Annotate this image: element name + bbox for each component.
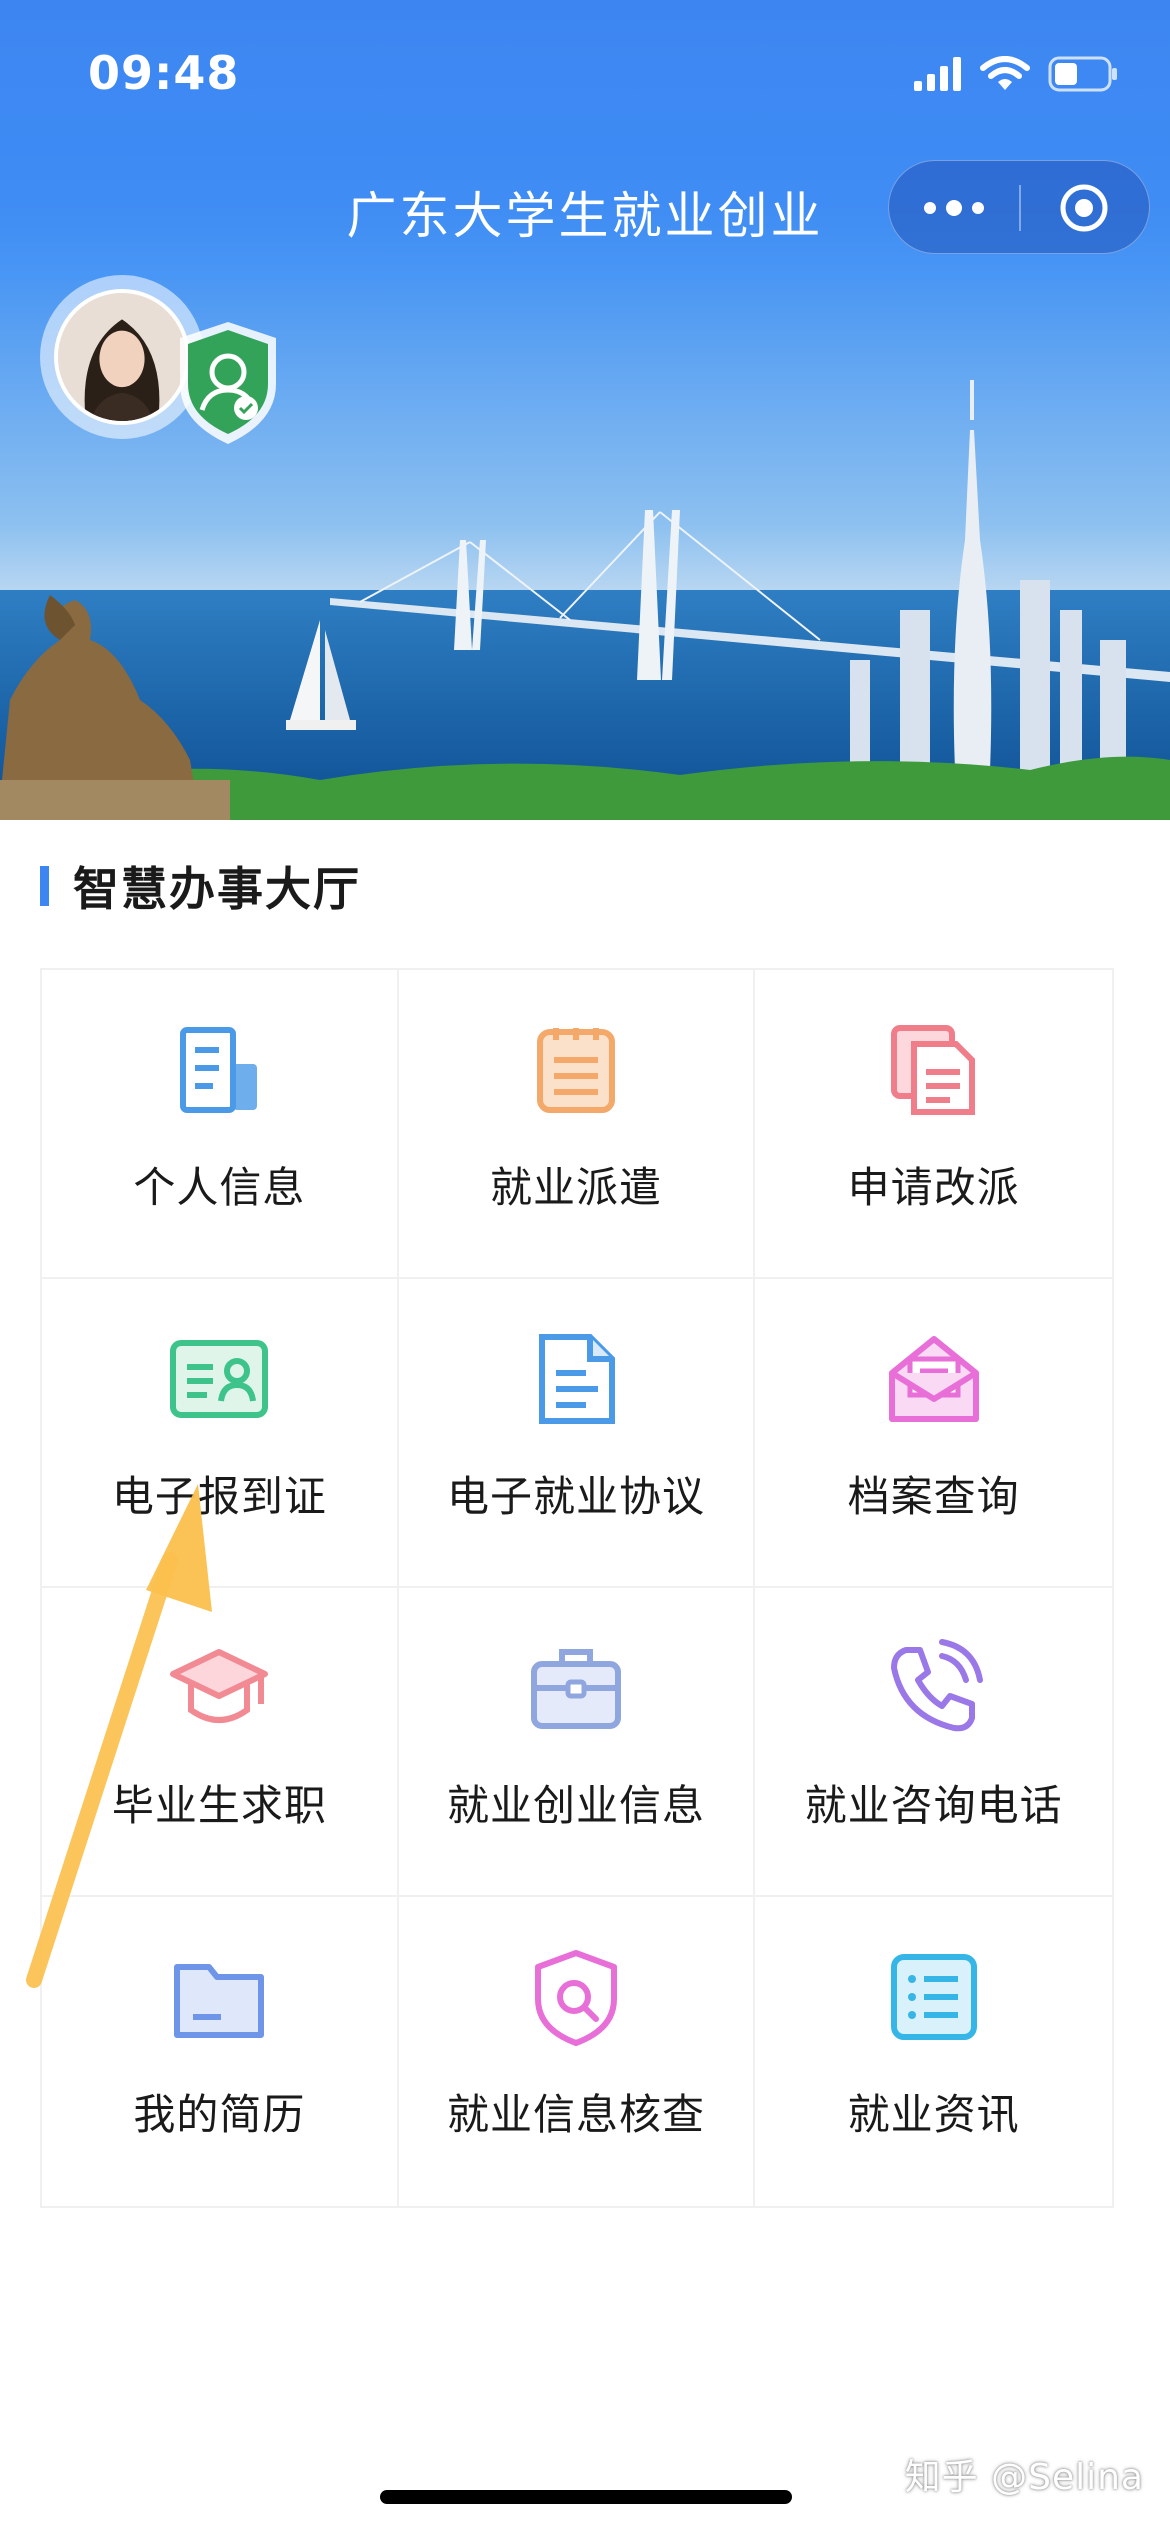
- service-label: 档案查询: [847, 1472, 1020, 1521]
- notepad-icon: [536, 1028, 615, 1113]
- service-label: 申请改派: [847, 1163, 1020, 1212]
- capsule-divider: [1019, 185, 1021, 231]
- status-icons: [914, 52, 1118, 96]
- section-accent-bar: [40, 866, 49, 906]
- service-label: 就业派遣: [489, 1163, 662, 1212]
- shield-search-icon: [534, 1950, 617, 2046]
- close-miniprogram-icon[interactable]: [1059, 183, 1109, 233]
- app-header: 09:48 广东大学生就业创业: [0, 0, 1170, 290]
- document-icon: [538, 1334, 615, 1424]
- service-employment-info-verification[interactable]: 就业信息核查: [398, 1897, 756, 2206]
- service-employment-hotline[interactable]: 就业咨询电话: [755, 1588, 1112, 1897]
- service-label: 就业咨询电话: [804, 1781, 1063, 1830]
- service-label: 我的简历: [133, 2090, 306, 2139]
- documents-icon: [890, 1025, 975, 1115]
- briefcase-icon: [530, 1649, 621, 1729]
- miniprogram-capsule: [888, 160, 1150, 254]
- home-indicator[interactable]: [380, 2490, 792, 2504]
- status-time: 09:48: [88, 46, 240, 100]
- service-personal-info[interactable]: 个人信息: [42, 970, 399, 1279]
- service-employment-entrepreneurship-info[interactable]: 就业创业信息: [398, 1588, 756, 1897]
- wifi-icon: [980, 56, 1030, 90]
- list-icon: [890, 1954, 977, 2040]
- id-card-icon: [170, 1340, 269, 1418]
- section-title: 智慧办事大厅: [73, 862, 361, 916]
- service-employment-dispatch[interactable]: 就业派遣: [398, 970, 756, 1279]
- service-employment-news[interactable]: 就业资讯: [755, 1897, 1112, 2206]
- section-header: 智慧办事大厅: [40, 858, 361, 916]
- avatar: [54, 289, 190, 425]
- battery-icon: [1048, 56, 1117, 92]
- watermark: 知乎 @Selina: [904, 2457, 1144, 2498]
- annotation-arrow-icon: [26, 1484, 212, 1988]
- verified-badge-icon: [180, 322, 276, 444]
- signal-icon: [914, 57, 961, 91]
- profile-doc-icon: [180, 1027, 258, 1113]
- mail-open-icon: [888, 1336, 979, 1422]
- more-button[interactable]: [889, 161, 1019, 255]
- service-label: 就业资讯: [847, 2090, 1020, 2139]
- service-label: 个人信息: [133, 1163, 306, 1212]
- service-apply-reassign[interactable]: 申请改派: [755, 970, 1112, 1279]
- phone-icon: [890, 1639, 983, 1732]
- service-label: 电子就业协议: [446, 1472, 705, 1521]
- service-label: 就业创业信息: [446, 1781, 705, 1830]
- service-label: 就业信息核查: [446, 2090, 705, 2139]
- service-e-employment-agreement[interactable]: 电子就业协议: [398, 1279, 756, 1588]
- service-archive-query[interactable]: 档案查询: [755, 1279, 1112, 1588]
